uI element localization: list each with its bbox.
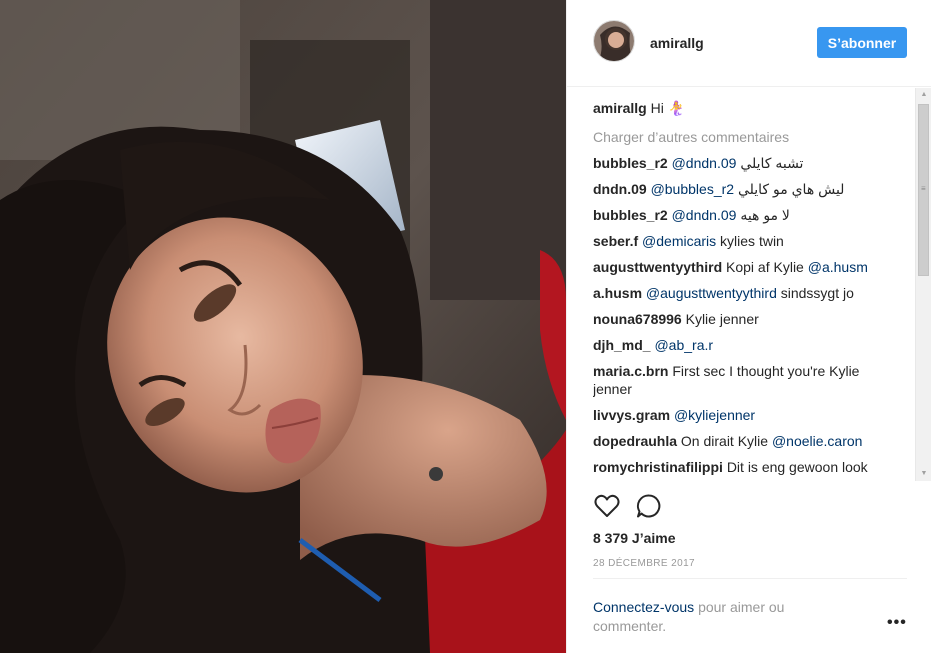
- caption-text: Hi: [650, 100, 664, 116]
- comment-text: تشبه كايلي: [740, 155, 804, 171]
- comment-mention[interactable]: @demicaris: [642, 233, 716, 249]
- comment-mention[interactable]: @dndn.09: [672, 155, 737, 171]
- post-image: [0, 0, 566, 653]
- comment-mention[interactable]: @dndn.09: [672, 207, 737, 223]
- comment-item: augusttwentyythird Kopi af Kylie @a.husm: [593, 258, 893, 276]
- post-actions: [593, 492, 913, 522]
- comment-text: On dirait Kylie: [680, 433, 769, 449]
- comment-username[interactable]: romychristinafilippi: [593, 459, 723, 475]
- heart-icon[interactable]: [593, 492, 621, 520]
- comment-item: bubbles_r2 @dndn.09 تشبه كايلي: [593, 154, 893, 172]
- likes-count[interactable]: 8 379 J’aime: [593, 530, 676, 546]
- mermaid-emoji-icon: 🧜‍♀️: [667, 100, 686, 116]
- comments-scrollbar[interactable]: ▲ ≡ ▼: [915, 88, 931, 481]
- comment-item: seber.f @demicaris kylies twin: [593, 232, 893, 250]
- comment-text: ليش هاي مو كايلي: [737, 181, 845, 197]
- post-date: 28 décembre 2017: [593, 558, 696, 569]
- load-more-comments-link[interactable]: Charger d’autres commentaires: [593, 128, 893, 146]
- comment-text: Dit is eng gewoon look: [726, 459, 868, 475]
- scroll-down-arrow-icon[interactable]: ▼: [916, 467, 931, 481]
- comment-username[interactable]: dndn.09: [593, 181, 647, 197]
- comment-username[interactable]: maria.c.brn: [593, 363, 668, 379]
- post-header: amirallg S’abonner: [567, 0, 931, 87]
- divider: [593, 578, 907, 579]
- comment-text: kylies twin: [720, 233, 784, 249]
- comment-username[interactable]: a.husm: [593, 285, 642, 301]
- comment-mention[interactable]: @noelie.caron: [772, 433, 863, 449]
- grip-icon: ≡: [921, 184, 926, 193]
- login-link[interactable]: Connectez-vous: [593, 599, 694, 615]
- comments-list: amirallg Hi 🧜‍♀️ Charger d’autres commen…: [593, 99, 893, 481]
- comment-username[interactable]: djh_md_: [593, 337, 651, 353]
- comment-text: Kopi af Kylie: [726, 259, 804, 275]
- comment-mention[interactable]: @augusttwentyythird: [646, 285, 777, 301]
- avatar[interactable]: [593, 20, 635, 62]
- post-photo[interactable]: [0, 0, 566, 653]
- comment-mention[interactable]: @bubbles_r2: [651, 181, 735, 197]
- comment-item: maria.c.brn First sec I thought you're K…: [593, 362, 893, 398]
- comment-item: a.husm @augusttwentyythird sindssygt jo: [593, 284, 893, 302]
- comment-item: djh_md_ @ab_ra.r: [593, 336, 893, 354]
- comment-mention[interactable]: @kyliejenner: [674, 407, 755, 423]
- caption-username[interactable]: amirallg: [593, 100, 647, 116]
- comment-username[interactable]: nouna678996: [593, 311, 682, 327]
- comment-item: romychristinafilippi Dit is eng gewoon l…: [593, 458, 893, 476]
- follow-button[interactable]: S’abonner: [817, 27, 907, 58]
- comment-item: nouna678996 Kylie jenner: [593, 310, 893, 328]
- comment-username[interactable]: livvys.gram: [593, 407, 670, 423]
- post-side-panel: amirallg S’abonner amirallg Hi 🧜‍♀️ Char…: [566, 0, 931, 653]
- comment-item: dndn.09 @bubbles_r2 ليش هاي مو كايلي: [593, 180, 893, 198]
- post-caption: amirallg Hi 🧜‍♀️: [593, 99, 893, 117]
- comment-text: لا مو هيه: [740, 207, 790, 223]
- comment-item: dopedrauhla On dirait Kylie @noelie.caro…: [593, 432, 893, 450]
- comment-username[interactable]: seber.f: [593, 233, 638, 249]
- comment-mention[interactable]: @a.husm: [808, 259, 868, 275]
- scroll-up-arrow-icon[interactable]: ▲: [916, 88, 931, 102]
- avatar-image: [594, 21, 634, 61]
- comment-username[interactable]: dopedrauhla: [593, 433, 677, 449]
- comment-mention[interactable]: @ab_ra.r: [654, 337, 713, 353]
- login-prompt: Connectez-vous pour aimer ou commenter.: [593, 598, 843, 636]
- comment-item: bubbles_r2 @dndn.09 لا مو هيه: [593, 206, 893, 224]
- comment-item: livvys.gram @kyliejenner: [593, 406, 893, 424]
- comment-bubble-icon[interactable]: [635, 492, 663, 520]
- comment-text: sindssygt jo: [780, 285, 854, 301]
- more-options-icon[interactable]: •••: [887, 614, 907, 632]
- post-container: amirallg S’abonner amirallg Hi 🧜‍♀️ Char…: [0, 0, 931, 653]
- comment-text: Kylie jenner: [685, 311, 759, 327]
- header-username[interactable]: amirallg: [650, 35, 704, 51]
- comment-username[interactable]: bubbles_r2: [593, 155, 668, 171]
- scrollbar-thumb[interactable]: ≡: [918, 104, 929, 276]
- comment-username[interactable]: bubbles_r2: [593, 207, 668, 223]
- comment-username[interactable]: augusttwentyythird: [593, 259, 722, 275]
